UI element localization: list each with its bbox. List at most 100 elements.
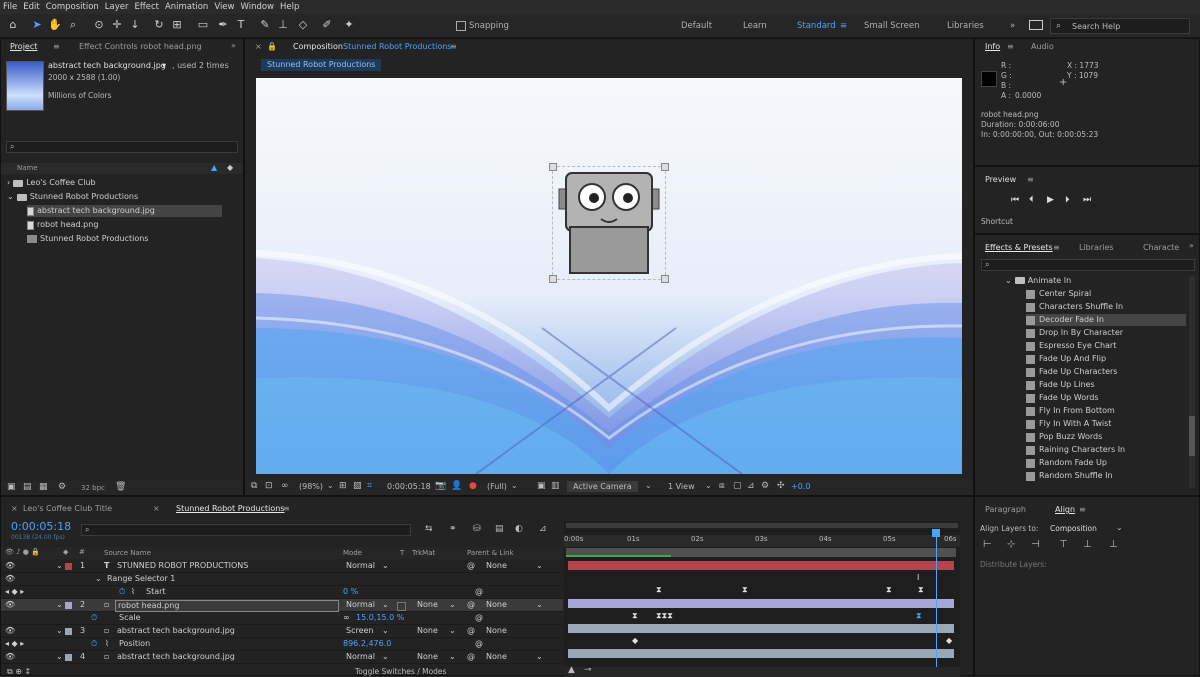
pan-camera-icon[interactable]: ✛ bbox=[110, 18, 124, 32]
stopwatch-icon[interactable]: ⏱ bbox=[91, 638, 97, 651]
layer-row-3[interactable]: 👁 ⌄ 3 ▫ abstract tech background.jpg Scr… bbox=[1, 625, 563, 638]
chevron-down-icon[interactable]: ⌄ bbox=[705, 481, 712, 490]
menu-edit[interactable]: Edit bbox=[23, 2, 39, 12]
av-switches-icon[interactable]: 👁 ♪ ● 🔒 bbox=[5, 548, 40, 556]
label-icon[interactable]: ◆ bbox=[63, 548, 68, 556]
keyframe-marker[interactable]: ⧗ bbox=[916, 611, 922, 621]
blend-mode-dropdown[interactable]: Normal bbox=[346, 560, 375, 573]
chevron-down-icon[interactable]: ⌄ bbox=[1116, 523, 1123, 532]
blend-mode-dropdown[interactable]: Screen bbox=[346, 625, 374, 638]
previous-frame-icon[interactable]: ⏴ bbox=[1029, 195, 1034, 205]
effect-fade-up-and-flip[interactable]: Fade Up And Flip bbox=[1026, 353, 1106, 365]
pan-behind-icon[interactable]: ⊞ bbox=[170, 18, 184, 32]
time-ruler[interactable]: 0:00s 01s 02s 03s 04s 05s 06s bbox=[564, 535, 960, 547]
workspace-default[interactable]: Default bbox=[681, 21, 712, 31]
chevron-down-icon[interactable]: ⌄ bbox=[382, 651, 389, 664]
workspace-learn[interactable]: Learn bbox=[743, 21, 767, 31]
keyframe-marker[interactable]: ⧗ bbox=[742, 585, 748, 595]
property-value[interactable]: 15.0,15.0 % bbox=[356, 612, 404, 625]
close-tab-icon[interactable]: × bbox=[255, 42, 262, 51]
keyframe-marker[interactable]: ⧗ bbox=[632, 611, 638, 621]
animate-in-folder[interactable]: ⌄ Animate In bbox=[1005, 276, 1071, 285]
tab-audio[interactable]: Audio bbox=[1031, 42, 1054, 51]
composition-tab-name[interactable]: Stunned Robot Productions bbox=[343, 42, 451, 51]
sort-icon[interactable]: ▲ bbox=[211, 163, 217, 172]
timeline-track-area[interactable]: 0:00s 01s 02s 03s 04s 05s 06s I ⧗ ⧗ ⧗ ⧗ … bbox=[564, 521, 960, 677]
type-tool-icon[interactable]: T bbox=[234, 18, 248, 32]
lock-icon[interactable]: 🔒 bbox=[267, 42, 277, 51]
snapshot-camera-icon[interactable]: 📷 bbox=[435, 481, 446, 491]
grid-icon[interactable]: ⊞ bbox=[339, 481, 347, 491]
brush-tool-icon[interactable]: ✎ bbox=[258, 18, 272, 32]
chevron-down-icon[interactable]: ⌄ bbox=[449, 599, 456, 612]
region-icon[interactable]: ⊡ bbox=[265, 481, 273, 491]
column-t[interactable]: T bbox=[400, 549, 404, 557]
effects-menu-icon[interactable]: ≡ bbox=[1053, 243, 1060, 252]
tab-align[interactable]: Align bbox=[1055, 505, 1075, 514]
comp-menu-icon[interactable]: ≡ bbox=[450, 42, 457, 51]
next-frame-icon[interactable]: ⏵ bbox=[1065, 195, 1070, 205]
layer-3-duration-bar[interactable] bbox=[568, 624, 954, 633]
layer-name-input[interactable]: robot head.png bbox=[115, 600, 339, 612]
selection-tool-icon[interactable]: ➤ bbox=[30, 18, 44, 32]
menu-layer[interactable]: Layer bbox=[105, 2, 129, 12]
label-color-swatch[interactable] bbox=[65, 628, 72, 635]
layer-row-range-selector[interactable]: 👁 ⌄ Range Selector 1 bbox=[1, 573, 563, 586]
current-time-indicator[interactable] bbox=[936, 529, 937, 677]
panel-overflow-icon[interactable]: » bbox=[1189, 241, 1194, 250]
property-value[interactable]: 0 % bbox=[343, 586, 358, 599]
column-name[interactable]: Name bbox=[17, 164, 38, 172]
settings-icon[interactable]: ⚙ bbox=[58, 482, 66, 492]
snapping-checkbox[interactable] bbox=[456, 21, 466, 31]
roi-icon[interactable]: ⌗ bbox=[367, 481, 372, 491]
channel-icon[interactable]: ● bbox=[469, 481, 477, 491]
clone-stamp-icon[interactable]: ⊥ bbox=[276, 18, 290, 32]
chevron-down-icon[interactable]: ⌄ bbox=[382, 560, 389, 573]
zoom-slider-handle[interactable]: ⊸ bbox=[584, 665, 592, 675]
menu-help[interactable]: Help bbox=[280, 2, 299, 12]
visibility-eye-icon[interactable]: 👁 bbox=[5, 625, 15, 638]
show-snapshot-icon[interactable]: 👤 bbox=[451, 481, 462, 491]
last-frame-icon[interactable]: ⏭ bbox=[1083, 195, 1091, 205]
pickwhip-icon[interactable]: @ bbox=[467, 625, 475, 638]
project-item-stunned-comp[interactable]: Stunned Robot Productions bbox=[27, 233, 148, 245]
home-icon[interactable]: ⌂ bbox=[6, 18, 20, 32]
draft-3d-icon[interactable]: ⊿ bbox=[747, 481, 755, 491]
menu-window[interactable]: Window bbox=[240, 2, 274, 12]
project-item-abstract-bg[interactable]: abstract tech background.jpg bbox=[27, 205, 222, 217]
playhead-handle[interactable] bbox=[932, 529, 940, 537]
pickwhip-icon[interactable]: @ bbox=[467, 560, 475, 573]
trkmat-dropdown[interactable]: None bbox=[417, 651, 438, 664]
layer-name[interactable]: abstract tech background.jpg bbox=[117, 651, 235, 664]
collapse-arrow-icon[interactable]: ⌄ bbox=[7, 191, 14, 203]
collapse-arrow-icon[interactable]: ⌄ bbox=[56, 625, 63, 638]
tab-project[interactable]: Project bbox=[10, 42, 37, 51]
work-area-bar[interactable] bbox=[566, 523, 958, 528]
keyframe-marker[interactable]: ◆ bbox=[632, 636, 638, 645]
chevron-down-icon[interactable]: ⌄ bbox=[449, 651, 456, 664]
layer-row-2[interactable]: 👁 ⌄ 2 ▫ robot head.png Normal ⌄ None ⌄ @… bbox=[1, 599, 563, 612]
pickwhip-icon[interactable]: @ bbox=[475, 586, 483, 599]
chevron-down-icon[interactable]: ⌄ bbox=[449, 625, 456, 638]
effect-drop-in-by-character[interactable]: Drop In By Character bbox=[1026, 327, 1123, 339]
view-layout-dropdown[interactable]: 1 View bbox=[668, 482, 695, 491]
pen-tool-icon[interactable]: ✒ bbox=[216, 18, 230, 32]
align-top-icon[interactable]: ⊤ bbox=[1059, 539, 1068, 550]
toggle-switches-modes[interactable]: Toggle Switches / Modes bbox=[355, 667, 446, 676]
effect-fade-up-words[interactable]: Fade Up Words bbox=[1026, 392, 1099, 404]
collapse-arrow-icon[interactable]: ⌄ bbox=[56, 599, 63, 612]
preview-menu-icon[interactable]: ≡ bbox=[1027, 175, 1034, 184]
project-item-leos-coffee-club[interactable]: › Leo's Coffee Club bbox=[7, 177, 96, 189]
exposure-value[interactable]: +0.0 bbox=[791, 482, 810, 491]
rotate-tool-icon[interactable]: ↻ bbox=[152, 18, 166, 32]
always-preview-icon[interactable]: ⧉ bbox=[251, 481, 257, 491]
parent-dropdown[interactable]: None bbox=[486, 651, 507, 664]
effect-espresso-eye-chart[interactable]: Espresso Eye Chart bbox=[1026, 340, 1116, 352]
search-help-input[interactable]: ⌕ Search Help bbox=[1050, 18, 1190, 34]
stopwatch-icon[interactable]: ⏱ bbox=[91, 612, 97, 625]
label-color-swatch[interactable] bbox=[65, 654, 72, 661]
keyframe-nav-icon[interactable]: ◂ ◆ ▸ bbox=[5, 586, 24, 599]
property-row-start[interactable]: ◂ ◆ ▸ ⏱ ⌇ Start 0 % @ bbox=[1, 586, 563, 599]
frame-blending-icon[interactable]: ▤ bbox=[495, 524, 504, 534]
tab-info[interactable]: Info bbox=[985, 42, 1000, 51]
